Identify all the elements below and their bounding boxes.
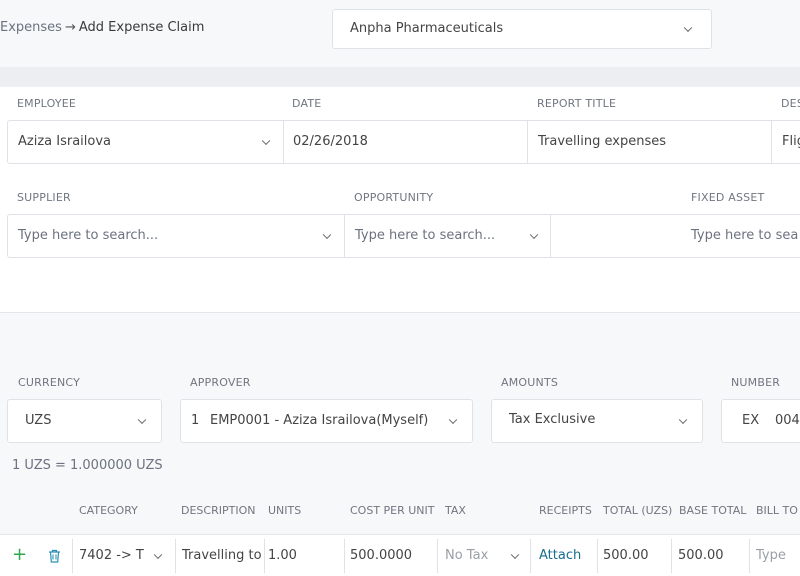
chevron-down-icon bbox=[137, 415, 147, 425]
link-fields-group: Type here to search... Type here to sear… bbox=[7, 214, 800, 258]
approver-level-number: 1 bbox=[191, 413, 200, 428]
description-field[interactable]: Flig bbox=[771, 121, 800, 163]
number-field[interactable]: EX 004 bbox=[721, 399, 800, 443]
number-prefix: EX bbox=[742, 413, 760, 428]
trash-icon bbox=[49, 549, 60, 563]
date-field-value: 02/26/2018 bbox=[293, 134, 368, 149]
opportunity-search-placeholder: Type here to search... bbox=[355, 228, 496, 243]
column-header-receipts: RECEIPTS bbox=[539, 504, 592, 517]
chevron-down-icon bbox=[261, 136, 271, 146]
chevron-down-icon bbox=[153, 550, 163, 560]
delete-row-button[interactable] bbox=[48, 539, 64, 573]
fixed-asset-search-placeholder: Type here to sea bbox=[691, 228, 799, 243]
tax-select[interactable]: No Tax bbox=[438, 539, 531, 573]
report-title-field-value: Travelling expenses bbox=[538, 134, 666, 149]
description-input[interactable]: Travelling to bbox=[176, 539, 265, 573]
exchange-rate-text: 1 UZS = 1.000000 UZS bbox=[12, 458, 163, 473]
supplier-search[interactable]: Type here to search... bbox=[8, 215, 344, 257]
opportunity-search[interactable]: Type here to search... bbox=[344, 215, 551, 257]
date-label: DATE bbox=[292, 97, 322, 110]
number-field-value: 004 bbox=[775, 413, 800, 428]
column-header-units: UNITS bbox=[268, 504, 302, 517]
column-header-total: TOTAL (UZS) bbox=[603, 504, 673, 517]
units-input-value: 1.00 bbox=[268, 548, 297, 563]
column-header-category: CATEGORY bbox=[79, 504, 138, 517]
column-header-bill-to: BILL TO bbox=[756, 504, 798, 517]
claim-details-panel: EMPLOYEE DATE REPORT TITLE DES Aziza Isr… bbox=[0, 87, 800, 313]
supplier-search-placeholder: Type here to search... bbox=[18, 228, 159, 243]
amounts-select-value: Tax Exclusive bbox=[509, 412, 596, 427]
table-row: + 7402 -> T Travelling to 1.00 500.0000 … bbox=[0, 534, 800, 576]
breadcrumb-arrow-icon: → bbox=[64, 20, 76, 35]
employee-select[interactable]: Aziza Israilova bbox=[8, 121, 283, 163]
description-label: DES bbox=[781, 97, 800, 110]
total-value-text: 500.00 bbox=[603, 548, 649, 563]
chevron-down-icon bbox=[678, 415, 688, 425]
amounts-select[interactable]: Tax Exclusive bbox=[491, 399, 703, 443]
column-header-description: DESCRIPTION bbox=[181, 504, 256, 517]
total-value: 500.00 bbox=[598, 539, 672, 573]
add-row-button[interactable]: + bbox=[12, 538, 26, 572]
base-total-value: 500.00 bbox=[672, 539, 750, 573]
amounts-label: AMOUNTS bbox=[501, 376, 559, 389]
opportunity-label: OPPORTUNITY bbox=[354, 191, 434, 204]
category-select[interactable]: 7402 -> T bbox=[72, 539, 176, 573]
column-header-cost-per-unit: COST PER UNIT bbox=[350, 504, 435, 517]
category-select-value: 7402 -> T bbox=[79, 548, 144, 563]
chevron-down-icon bbox=[510, 550, 520, 560]
units-input[interactable]: 1.00 bbox=[265, 539, 345, 573]
bill-to-select-placeholder: Type bbox=[756, 548, 786, 563]
approver-select-value: EMP0001 - Aziza Israilova(Myself) bbox=[210, 413, 429, 428]
chevron-down-icon bbox=[322, 230, 332, 240]
employee-select-value: Aziza Israilova bbox=[18, 134, 112, 149]
cost-per-unit-input-value: 500.0000 bbox=[350, 548, 413, 563]
chevron-down-icon bbox=[529, 230, 539, 240]
company-select[interactable]: Anpha Pharmaceuticals bbox=[332, 9, 712, 49]
supplier-label: SUPPLIER bbox=[17, 191, 71, 204]
breadcrumb: Expenses → Add Expense Claim bbox=[0, 20, 204, 35]
breadcrumb-expenses-link[interactable]: Expenses bbox=[0, 20, 62, 35]
page-title: Add Expense Claim bbox=[78, 20, 205, 35]
report-title-label: REPORT TITLE bbox=[537, 97, 617, 110]
company-select-value: Anpha Pharmaceuticals bbox=[350, 21, 504, 36]
currency-label: CURRENCY bbox=[18, 376, 81, 389]
fixed-asset-label: FIXED ASSET bbox=[691, 191, 765, 204]
tax-select-value: No Tax bbox=[445, 548, 489, 563]
chevron-down-icon bbox=[448, 415, 458, 425]
approver-select[interactable]: 1 EMP0001 - Aziza Israilova(Myself) bbox=[180, 399, 473, 443]
fixed-asset-search[interactable]: Type here to sea bbox=[550, 215, 800, 257]
base-total-value-text: 500.00 bbox=[678, 548, 724, 563]
column-header-tax: TAX bbox=[445, 504, 466, 517]
cost-per-unit-input[interactable]: 500.0000 bbox=[345, 539, 438, 573]
number-label: NUMBER bbox=[731, 376, 781, 389]
section-divider-band bbox=[0, 67, 800, 87]
column-header-base-total: BASE TOTAL bbox=[679, 504, 747, 517]
report-title-field[interactable]: Travelling expenses bbox=[527, 121, 772, 163]
chevron-down-icon bbox=[683, 23, 693, 33]
description-input-value: Travelling to bbox=[182, 548, 262, 563]
approver-label: APPROVER bbox=[190, 376, 251, 389]
header-fields-group: Aziza Israilova 02/26/2018 Travelling ex… bbox=[7, 120, 800, 164]
currency-select-value: UZS bbox=[25, 413, 52, 428]
employee-label: EMPLOYEE bbox=[17, 97, 77, 110]
attach-receipt-link[interactable]: Attach bbox=[531, 539, 598, 573]
attach-receipt-label: Attach bbox=[539, 548, 582, 563]
date-field[interactable]: 02/26/2018 bbox=[283, 121, 528, 163]
bill-to-select[interactable]: Type bbox=[750, 539, 800, 573]
description-field-value: Flig bbox=[782, 134, 800, 149]
currency-select[interactable]: UZS bbox=[7, 399, 162, 443]
